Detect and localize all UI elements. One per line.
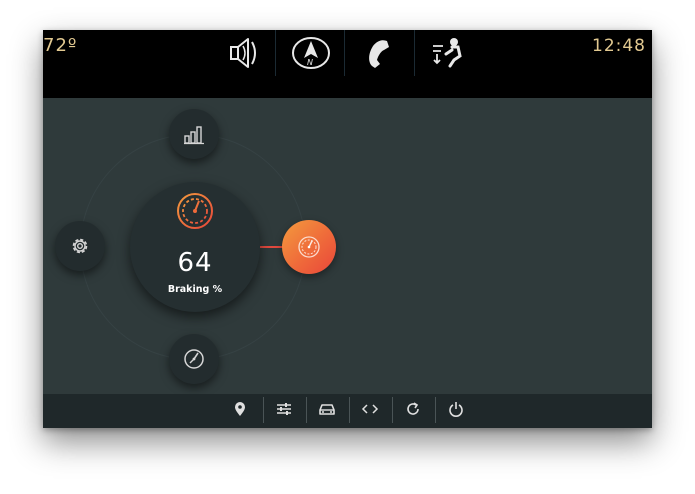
adjust-button[interactable]	[264, 394, 304, 424]
active-connector-line	[260, 246, 284, 248]
navigation-button[interactable]: N	[281, 30, 341, 76]
braking-node-button[interactable]	[282, 220, 336, 274]
power-button[interactable]	[436, 394, 476, 424]
climate-button[interactable]	[418, 30, 478, 76]
settings-node-button[interactable]	[55, 221, 105, 271]
vehicle-button[interactable]	[307, 394, 347, 424]
code-button[interactable]	[350, 394, 390, 424]
navigation-compass-icon: N	[292, 37, 330, 69]
history-node-button[interactable]	[169, 334, 219, 384]
bar-chart-icon	[184, 126, 204, 145]
top-divider	[275, 30, 276, 76]
settings-gear-icon	[72, 238, 88, 254]
phone-icon	[369, 40, 389, 68]
climate-fan-icon	[433, 38, 462, 68]
clock-readout: 12:48	[592, 36, 646, 56]
compass-letter: N	[307, 58, 313, 67]
top-divider	[414, 30, 415, 76]
speaker-icon	[230, 38, 256, 68]
location-button[interactable]	[220, 394, 260, 424]
power-icon	[449, 402, 463, 417]
temperature-readout: 72º	[43, 35, 78, 56]
gauge-icon	[177, 193, 213, 229]
infotainment-screen: 72º N 12:48 64 Braking %	[43, 30, 652, 428]
braking-hub: 64 Braking %	[130, 182, 260, 312]
phone-button[interactable]	[349, 30, 409, 76]
code-arrows-icon	[361, 404, 379, 414]
sliders-icon	[277, 403, 291, 415]
top-divider	[344, 30, 345, 76]
braking-label: Braking %	[167, 284, 223, 295]
gauge-icon	[298, 236, 320, 258]
braking-value: 64	[177, 248, 213, 278]
refresh-button[interactable]	[393, 394, 433, 424]
refresh-icon	[407, 402, 419, 415]
car-icon	[319, 404, 335, 415]
audio-button[interactable]	[213, 30, 273, 76]
top-status-bar: 72º N 12:48	[43, 30, 652, 98]
clock-dial-icon	[184, 349, 204, 369]
stats-node-button[interactable]	[169, 109, 219, 159]
location-pin-icon	[235, 402, 245, 416]
bottom-nav-bar	[43, 394, 652, 428]
